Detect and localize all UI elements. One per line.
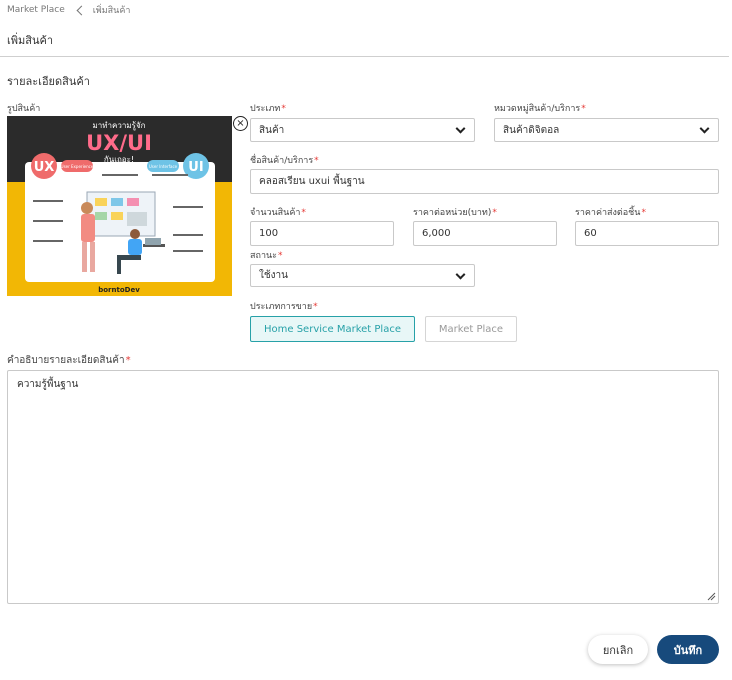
status-select[interactable]: ใช้งาน <box>250 264 475 287</box>
image-caption-main: UX/UI <box>86 131 152 155</box>
resize-grip-icon[interactable] <box>706 591 716 601</box>
description-value: ความรู้พื้นฐาน <box>17 379 79 390</box>
category-select[interactable]: สินค้าดิจิตอล <box>494 118 719 142</box>
sale-type-label: ประเภทการขาย* <box>250 302 318 312</box>
quantity-value: 100 <box>259 228 279 239</box>
chevron-left-icon[interactable] <box>76 5 87 15</box>
image-caption-top: มาทำความรู้จัก <box>93 121 146 131</box>
image-right-badge: UI <box>188 160 203 175</box>
remove-image-button[interactable]: × <box>233 116 248 131</box>
header-divider <box>0 56 729 57</box>
type-select[interactable]: สินค้า <box>250 118 475 142</box>
shipping-label: ราคาค่าส่งต่อชิ้น* <box>575 208 646 218</box>
unit-price-value: 6,000 <box>422 228 451 239</box>
quantity-label: จำนวนสินค้า* <box>250 208 306 218</box>
product-image: มาทำความรู้จัก UX/UI กันเถอะ! UX UI User… <box>7 116 232 296</box>
image-right-badge-sub: User Interface <box>149 164 178 169</box>
type-value: สินค้า <box>259 124 285 136</box>
chevron-down-icon <box>699 123 710 134</box>
close-icon: × <box>236 117 245 129</box>
chevron-down-icon <box>455 269 466 280</box>
breadcrumb: Market Place เพิ่มสินค้า <box>7 3 130 17</box>
image-left-badge: UX <box>34 160 55 175</box>
image-brand: borntoDev <box>98 286 140 294</box>
quantity-input[interactable]: 100 <box>250 221 394 246</box>
status-label: สถานะ* <box>250 251 283 261</box>
breadcrumb-root[interactable]: Market Place <box>7 5 65 15</box>
sale-type-option-home-service[interactable]: Home Service Market Place <box>250 316 415 342</box>
section-title: รายละเอียดสินค้า <box>7 75 90 88</box>
description-textarea[interactable]: ความรู้พื้นฐาน <box>7 370 719 604</box>
name-value: คลอสเรียน uxui พื้นฐาน <box>259 176 365 187</box>
image-left-badge-sub: User Experience <box>61 164 94 169</box>
shipping-value: 60 <box>584 228 597 239</box>
product-image-art: มาทำความรู้จัก UX/UI กันเถอะ! UX UI User… <box>7 116 232 296</box>
page-title: เพิ่มสินค้า <box>7 34 54 47</box>
image-label: รูปสินค้า <box>7 104 41 114</box>
name-label: ชื่อสินค้า/บริการ* <box>250 156 319 166</box>
category-label: หมวดหมู่สินค้า/บริการ* <box>494 104 586 114</box>
chevron-down-icon <box>455 123 466 134</box>
unit-price-label: ราคาต่อหน่วย(บาท)* <box>413 208 497 218</box>
status-value: ใช้งาน <box>259 270 289 281</box>
image-caption-sub: กันเถอะ! <box>104 155 134 164</box>
cancel-button[interactable]: ยกเลิก <box>588 635 648 664</box>
unit-price-input[interactable]: 6,000 <box>413 221 557 246</box>
type-label: ประเภท* <box>250 104 286 114</box>
sale-type-option-market-place[interactable]: Market Place <box>425 316 517 342</box>
breadcrumb-current: เพิ่มสินค้า <box>92 6 131 16</box>
shipping-input[interactable]: 60 <box>575 221 719 246</box>
save-button[interactable]: บันทึก <box>657 635 719 664</box>
name-input[interactable]: คลอสเรียน uxui พื้นฐาน <box>250 169 719 194</box>
description-label: คำอธิบายรายละเอียดสินค้า* <box>7 355 131 366</box>
category-value: สินค้าดิจิตอล <box>503 124 560 136</box>
